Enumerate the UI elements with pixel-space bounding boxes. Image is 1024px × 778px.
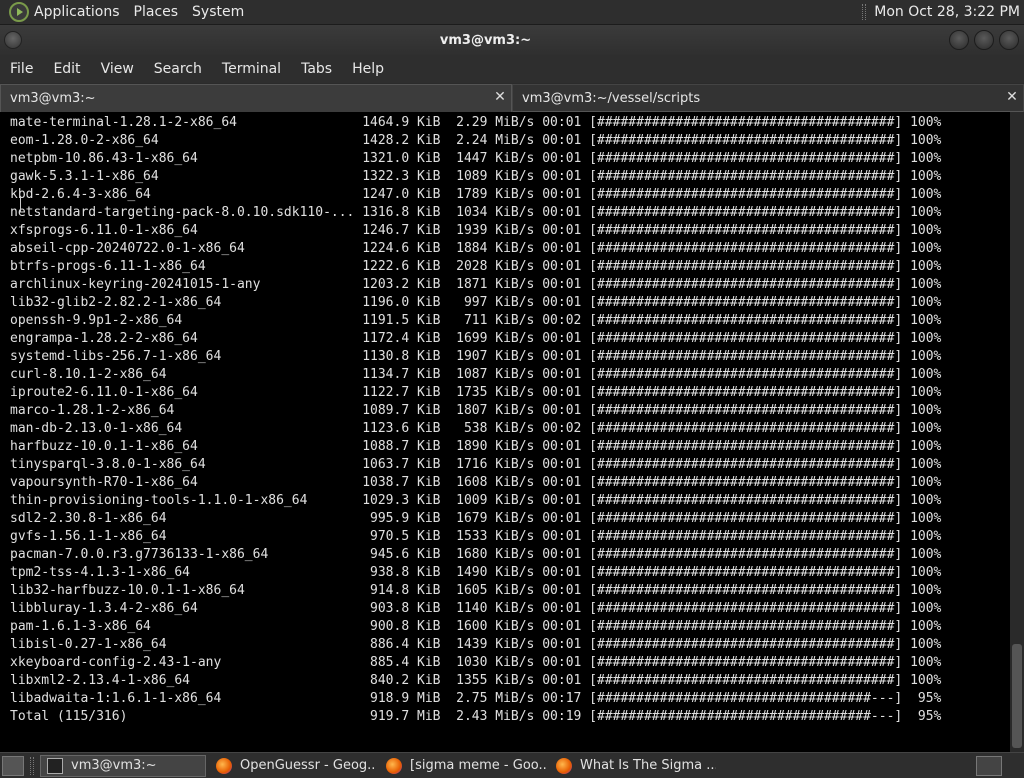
close-tab-icon[interactable]: ✕: [493, 90, 507, 104]
terminal-output[interactable]: mate-terminal-1.28.1-2-x86_64 1464.9 KiB…: [0, 112, 1010, 752]
firefox-icon: [216, 757, 232, 774]
tab-bar: vm3@vm3:~ ✕ vm3@vm3:~/vessel/scripts ✕: [0, 84, 1024, 112]
taskbar-item-what-is-sigma[interactable]: What Is The Sigma ...: [550, 755, 716, 777]
terminal-line: man-db-2.13.0-1-x86_64 1123.6 KiB 538 Ki…: [10, 421, 942, 436]
terminal-line: systemd-libs-256.7-1-x86_64 1130.8 KiB 1…: [10, 349, 942, 364]
terminal-line: mate-terminal-1.28.1-2-x86_64 1464.9 KiB…: [10, 115, 942, 130]
terminal-line: openssh-9.9p1-2-x86_64 1191.5 KiB 711 Ki…: [10, 313, 942, 328]
taskbar-item-label: [sigma meme - Goo...: [410, 758, 546, 773]
places-menu[interactable]: Places: [128, 4, 187, 20]
panel-separator: [862, 4, 867, 20]
terminal-line: gvfs-1.56.1-1-x86_64 970.5 KiB 1533 KiB/…: [10, 529, 942, 544]
taskbar-item-openguessr[interactable]: OpenGuessr - Geog...: [210, 755, 376, 777]
terminal-line: sdl2-2.30.8-1-x86_64 995.9 KiB 1679 KiB/…: [10, 511, 942, 526]
taskbar-item-sigma-meme[interactable]: [sigma meme - Goo...: [380, 755, 546, 777]
terminal-line: tpm2-tss-4.1.3-1-x86_64 938.8 KiB 1490 K…: [10, 565, 942, 580]
terminal-line: netpbm-10.86.43-1-x86_64 1321.0 KiB 1447…: [10, 151, 942, 166]
terminal-line: libxml2-2.13.4-1-x86_64 840.2 KiB 1355 K…: [10, 673, 942, 688]
firefox-icon: [386, 757, 402, 774]
terminal-scrollbar[interactable]: [1010, 112, 1024, 752]
applications-menu[interactable]: Applications: [29, 4, 128, 20]
tab-label: vm3@vm3:~/vessel/scripts: [522, 90, 701, 106]
mate-menu-logo-icon[interactable]: [9, 2, 29, 22]
firefox-icon: [556, 757, 572, 774]
taskbar-item-label: What Is The Sigma ...: [580, 758, 716, 773]
minimize-button[interactable]: [949, 30, 969, 50]
terminal-line: archlinux-keyring-20241015-1-any 1203.2 …: [10, 277, 942, 292]
terminal-line: Total (115/316) 919.7 MiB 2.43 MiB/s 00:…: [10, 709, 942, 724]
terminal-line: iproute2-6.11.0-1-x86_64 1122.7 KiB 1735…: [10, 385, 942, 400]
menu-file[interactable]: File: [0, 61, 43, 77]
menu-edit[interactable]: Edit: [43, 61, 90, 77]
terminal-text: mate-terminal-1.28.1-2-x86_64 1464.9 KiB…: [10, 114, 941, 726]
terminal-line: thin-provisioning-tools-1.1.0-1-x86_64 1…: [10, 493, 942, 508]
terminal-line: tinysparql-3.8.0-1-x86_64 1063.7 KiB 171…: [10, 457, 942, 472]
terminal-line: libisl-0.27-1-x86_64 886.4 KiB 1439 KiB/…: [10, 637, 942, 652]
terminal-line: lib32-harfbuzz-10.0.1-1-x86_64 914.8 KiB…: [10, 583, 942, 598]
i-beam-cursor-icon: [20, 196, 22, 212]
terminal-line: curl-8.10.1-2-x86_64 1134.7 KiB 1087 KiB…: [10, 367, 942, 382]
menu-search[interactable]: Search: [144, 61, 212, 77]
menu-help[interactable]: Help: [342, 61, 394, 77]
menu-terminal[interactable]: Terminal: [212, 61, 291, 77]
terminal-line: eom-1.28.0-2-x86_64 1428.2 KiB 2.24 MiB/…: [10, 133, 942, 148]
terminal-line: xfsprogs-6.11.0-1-x86_64 1246.7 KiB 1939…: [10, 223, 942, 238]
tab-vessel-scripts[interactable]: vm3@vm3:~/vessel/scripts ✕: [512, 84, 1024, 112]
terminal-line: xkeyboard-config-2.43-1-any 885.4 KiB 10…: [10, 655, 942, 670]
terminal-line: kbd-2.6.4-3-x86_64 1247.0 KiB 1789 KiB/s…: [10, 187, 942, 202]
terminal-line: vapoursynth-R70-1-x86_64 1038.7 KiB 1608…: [10, 475, 942, 490]
terminal-line: pacman-7.0.0.r3.g7736133-1-x86_64 945.6 …: [10, 547, 942, 562]
terminal-line: gawk-5.3.1-1-x86_64 1322.3 KiB 1089 KiB/…: [10, 169, 942, 184]
terminal-menubar: File Edit View Search Terminal Tabs Help: [0, 55, 1024, 83]
taskbar-item-terminal[interactable]: vm3@vm3:~: [40, 754, 206, 777]
terminal-line: harfbuzz-10.0.1-1-x86_64 1088.7 KiB 1890…: [10, 439, 942, 454]
tab-home[interactable]: vm3@vm3:~ ✕: [0, 84, 512, 112]
close-button[interactable]: [999, 30, 1019, 50]
window-title: vm3@vm3:~: [439, 32, 532, 48]
window-menu-icon[interactable]: [4, 31, 22, 49]
tab-label: vm3@vm3:~: [10, 91, 96, 106]
window-titlebar[interactable]: vm3@vm3:~: [0, 25, 1024, 55]
terminal-line: libbluray-1.3.4-2-x86_64 903.8 KiB 1140 …: [10, 601, 942, 616]
system-menu[interactable]: System: [186, 4, 252, 20]
top-panel: Applications Places System Mon Oct 28, 3…: [0, 0, 1024, 25]
panel-separator: [30, 756, 34, 775]
close-tab-icon[interactable]: ✕: [1005, 90, 1019, 104]
menu-tabs[interactable]: Tabs: [291, 61, 342, 77]
menu-view[interactable]: View: [91, 61, 144, 77]
terminal-line: lib32-glib2-2.82.2-1-x86_64 1196.0 KiB 9…: [10, 295, 942, 310]
terminal-line: engrampa-1.28.2-2-x86_64 1172.4 KiB 1699…: [10, 331, 942, 346]
terminal-line: pam-1.6.1-3-x86_64 900.8 KiB 1600 KiB/s …: [10, 619, 942, 634]
terminal-line: netstandard-targeting-pack-8.0.10.sdk110…: [10, 205, 942, 220]
scrollbar-thumb[interactable]: [1012, 644, 1022, 748]
maximize-button[interactable]: [974, 30, 994, 50]
terminal-line: libadwaita-1:1.6.1-1-x86_64 918.9 MiB 2.…: [10, 691, 942, 706]
workspace-switcher-icon[interactable]: [976, 755, 1002, 776]
show-desktop-icon[interactable]: [2, 755, 24, 776]
taskbar-item-label: OpenGuessr - Geog...: [240, 758, 376, 773]
clock[interactable]: Mon Oct 28, 3:22 PM: [874, 4, 1020, 20]
bottom-taskbar: vm3@vm3:~ OpenGuessr - Geog... [sigma me…: [0, 752, 1024, 778]
terminal-line: btrfs-progs-6.11-1-x86_64 1222.6 KiB 202…: [10, 259, 942, 274]
terminal-line: abseil-cpp-20240722.0-1-x86_64 1224.6 Ki…: [10, 241, 942, 256]
terminal-line: marco-1.28.1-2-x86_64 1089.7 KiB 1807 Ki…: [10, 403, 942, 418]
taskbar-item-label: vm3@vm3:~: [71, 758, 157, 773]
terminal-icon: [47, 757, 63, 774]
